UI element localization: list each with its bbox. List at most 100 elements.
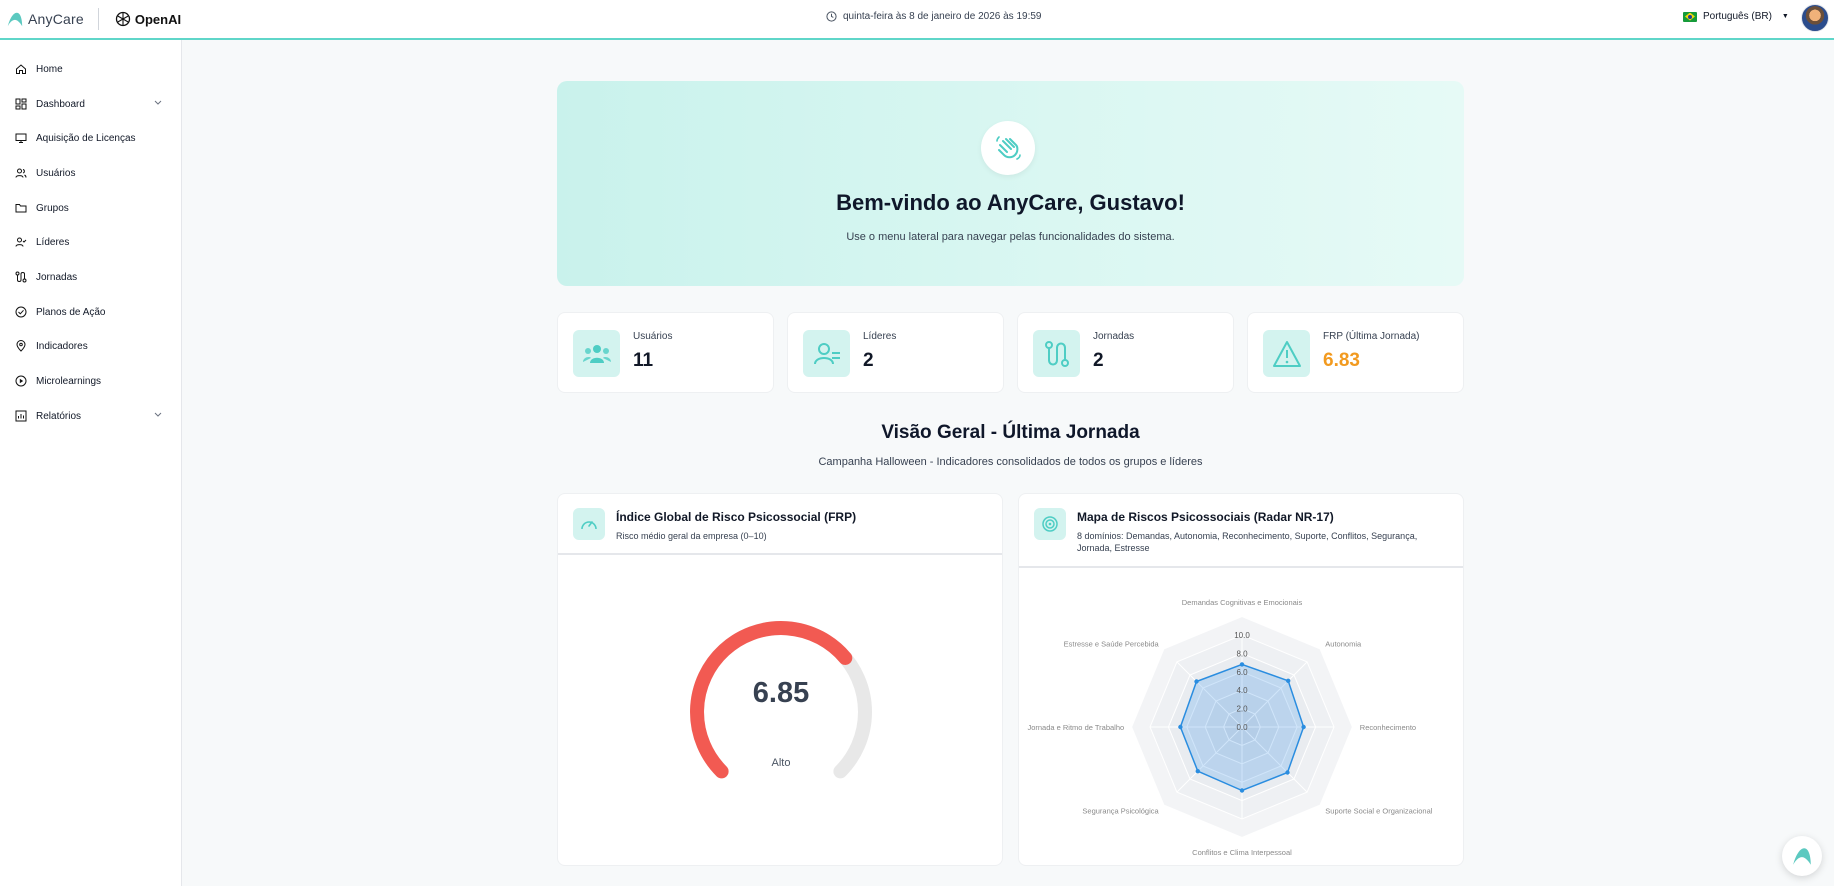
stat-label: Usuários (633, 331, 673, 342)
stat-value: 2 (1093, 350, 1104, 371)
sidebar-item-licencas[interactable]: Aquisição de Licenças (0, 124, 182, 152)
current-datetime: quinta-feira às 8 de janeiro de 2026 às … (826, 11, 1041, 22)
warning-icon (1263, 330, 1310, 377)
monitor-icon (14, 132, 27, 145)
anycare-logo-icon (1793, 848, 1811, 865)
sidebar-item-relatorios[interactable]: Relatórios (0, 402, 182, 430)
stat-card-lideres[interactable]: Líderes 2 (787, 312, 1004, 393)
speedometer-icon (573, 508, 605, 540)
sidebar-item-grupos[interactable]: Grupos (0, 194, 182, 222)
stat-card-usuarios[interactable]: Usuários 11 (557, 312, 774, 393)
sidebar-item-label: Indicadores (36, 340, 88, 352)
user-check-icon (14, 236, 27, 249)
brand[interactable]: AnyCare OpenAI (6, 8, 181, 30)
wave-hand-icon (981, 121, 1035, 175)
radar-tick-label: 2.0 (1236, 705, 1248, 714)
user-check-icon (803, 330, 850, 377)
card-title: Índice Global de Risco Psicossocial (FRP… (616, 510, 857, 524)
target-icon (1034, 508, 1066, 540)
card-title: Mapa de Riscos Psicossociais (Radar NR-1… (1077, 510, 1334, 524)
sidebar-item-label: Dashboard (36, 98, 85, 110)
welcome-title: Bem-vindo ao AnyCare, Gustavo! (836, 190, 1185, 215)
assistant-button[interactable] (1782, 836, 1822, 876)
sidebar-item-label: Líderes (36, 236, 70, 248)
stat-label: Jornadas (1093, 331, 1135, 342)
welcome-subtitle: Use o menu lateral para navegar pelas fu… (846, 231, 1175, 243)
radar-data-point (1239, 788, 1245, 793)
welcome-banner: Bem-vindo ao AnyCare, Gustavo! Use o men… (557, 81, 1464, 286)
sidebar-item-label: Microlearnings (36, 375, 102, 387)
stat-label: FRP (Última Jornada) (1323, 331, 1420, 342)
sidebar-item-home[interactable]: Home (0, 55, 182, 83)
chevron-down-icon (154, 412, 162, 417)
sidebar-item-usuarios[interactable]: Usuários (0, 159, 182, 187)
sidebar-item-label: Grupos (36, 202, 69, 214)
radar-tick-label: 6.0 (1236, 668, 1248, 677)
frp-gauge (690, 621, 872, 779)
radar-tick-label: 8.0 (1236, 649, 1248, 658)
caret-down-icon: ▼ (1781, 13, 1789, 20)
radar-category-label: Jornada e Ritmo de Trabalho (1027, 723, 1124, 732)
radar-data-point (1195, 769, 1200, 774)
chevron-down-icon (154, 100, 162, 105)
sidebar-item-lideres[interactable]: Líderes (0, 228, 182, 256)
sidebar-item-label: Planos de Ação (36, 306, 106, 318)
brand-divider (97, 8, 99, 30)
sidebar-item-label: Usuários (36, 167, 76, 179)
stat-value: 2 (863, 350, 874, 371)
radar-tick-label: 10.0 (1234, 631, 1250, 640)
check-circle-icon (14, 306, 27, 319)
sidebar: Home Dashboard Aquisição de Licenças Usu… (0, 40, 182, 886)
radar-data-point (1194, 679, 1199, 684)
sidebar-item-dashboard[interactable]: Dashboard (0, 90, 182, 118)
openai-icon (115, 11, 131, 27)
card-header: Mapa de Riscos Psicossociais (Radar NR-1… (1019, 494, 1463, 568)
sidebar-item-label: Jornadas (36, 271, 78, 283)
top-bar: AnyCare OpenAI quinta-feira às 8 de jane… (0, 0, 1834, 40)
stat-card-jornadas[interactable]: Jornadas 2 (1017, 312, 1234, 393)
sidebar-item-indicadores[interactable]: Indicadores (0, 332, 182, 360)
home-icon (14, 63, 27, 76)
clock-icon (826, 11, 837, 22)
language-selector[interactable]: Português (BR) ▼ (1683, 11, 1789, 22)
radar-category-label: Conflitos e Clima Interpessoal (1192, 848, 1292, 857)
gauge-level: Alto (771, 757, 791, 769)
users-icon (573, 330, 620, 377)
report-icon (14, 410, 27, 423)
route-icon (1033, 330, 1080, 377)
dashboard-icon (14, 98, 27, 111)
radar-chart: 0.0 2.0 4.0 6.0 8.0 10.0 Demandas Cognitivas e… (1027, 598, 1432, 857)
sidebar-item-jornadas[interactable]: Jornadas (0, 263, 182, 291)
user-avatar[interactable] (1801, 4, 1829, 32)
route-icon (14, 271, 27, 284)
anycare-logo-icon (7, 12, 23, 27)
radar-tick-label: 0.0 (1236, 723, 1248, 732)
partner-name: OpenAI (134, 11, 182, 27)
radar-category-label: Autonomia (1325, 640, 1362, 649)
stat-label: Líderes (863, 331, 897, 342)
radar-data-point (1286, 678, 1291, 683)
stat-value: 6.83 (1323, 350, 1360, 371)
brazil-flag-icon (1683, 11, 1697, 22)
folder-icon (14, 202, 27, 215)
sidebar-item-label: Aquisição de Licenças (36, 132, 136, 144)
overview-title: Visão Geral - Última Jornada (881, 422, 1140, 443)
radar-data-point (1178, 724, 1183, 730)
sidebar-item-microlearnings[interactable]: Microlearnings (0, 367, 182, 395)
datetime-text: quinta-feira às 8 de janeiro de 2026 às … (843, 11, 1042, 22)
radar-category-label: Segurança Psicológica (1082, 806, 1159, 815)
brand-name: AnyCare (28, 11, 84, 27)
radar-category-label: Suporte Social e Organizacional (1325, 806, 1432, 815)
stat-value: 11 (633, 350, 654, 371)
sidebar-item-planos-acao[interactable]: Planos de Ação (0, 298, 182, 326)
radar-category-label: Estresse e Saúde Percebida (1064, 640, 1160, 649)
card-header: Índice Global de Risco Psicossocial (FRP… (558, 494, 1002, 555)
users-icon (14, 167, 27, 180)
card-subtitle: Risco médio geral da empresa (0–10) (616, 531, 767, 541)
play-circle-icon (14, 375, 27, 388)
openai-logo: OpenAI (115, 11, 181, 27)
frp-gauge-card: Índice Global de Risco Psicossocial (FRP… (557, 493, 1003, 866)
sidebar-item-label: Home (36, 63, 63, 75)
stat-card-frp[interactable]: FRP (Última Jornada) 6.83 (1247, 312, 1464, 393)
radar-data-point (1285, 770, 1290, 775)
